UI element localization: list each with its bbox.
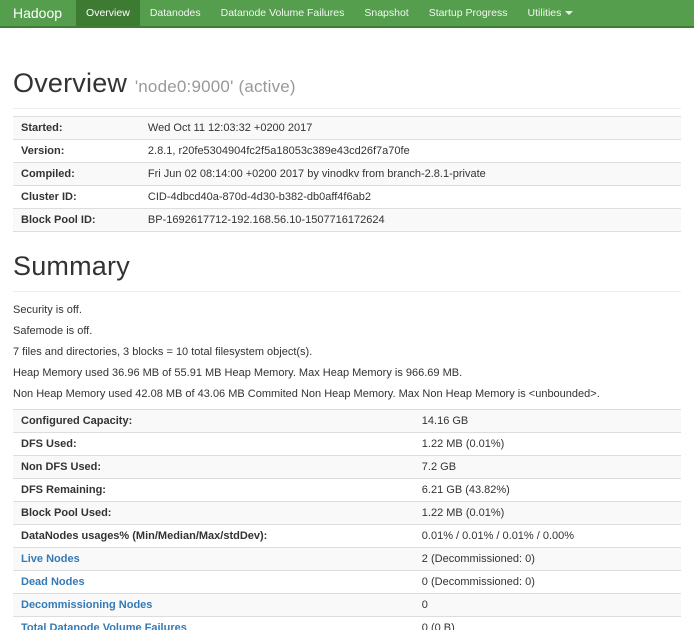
row-label-text: Version: xyxy=(21,145,64,157)
table-row: Cluster ID: CID-4dbcd40a-870d-4d30-b382-… xyxy=(13,186,681,209)
row-label-text: Configured Capacity: xyxy=(21,415,132,427)
row-value: 2.8.1, r20fe5304904fc2f5a18053c389e43cd2… xyxy=(140,140,681,163)
table-row: Block Pool Used: 1.22 MB (0.01%) xyxy=(13,502,681,525)
navbar-items: Overview Datanodes Datanode Volume Failu… xyxy=(76,0,583,26)
table-row: Total Datanode Volume Failures 0 (0 B) xyxy=(13,617,681,630)
row-label: Dead Nodes xyxy=(13,571,414,594)
row-label: Version: xyxy=(13,140,140,163)
table-row: DataNodes usages% (Min/Median/Max/stdDev… xyxy=(13,525,681,548)
table-row: Configured Capacity: 14.16 GB xyxy=(13,410,681,433)
summary-line: Security is off. xyxy=(13,304,681,316)
row-value: 6.21 GB (43.82%) xyxy=(414,479,681,502)
table-row: DFS Used: 1.22 MB (0.01%) xyxy=(13,433,681,456)
row-label: Block Pool ID: xyxy=(13,209,140,232)
nav-item-label: Overview xyxy=(86,7,130,19)
row-label: Live Nodes xyxy=(13,548,414,571)
row-label: DFS Used: xyxy=(13,433,414,456)
row-value: 0 (0 B) xyxy=(414,617,681,630)
row-value: 0.01% / 0.01% / 0.01% / 0.00% xyxy=(414,525,681,548)
row-value: Fri Jun 02 08:14:00 +0200 2017 by vinodk… xyxy=(140,163,681,186)
row-label-text[interactable]: Live Nodes xyxy=(21,553,80,565)
row-value: Wed Oct 11 12:03:32 +0200 2017 xyxy=(140,117,681,140)
row-value: 7.2 GB xyxy=(414,456,681,479)
table-row: Started: Wed Oct 11 12:03:32 +0200 2017 xyxy=(13,117,681,140)
table-row: Decommissioning Nodes 0 xyxy=(13,594,681,617)
cluster-info-table: Started: Wed Oct 11 12:03:32 +0200 2017 … xyxy=(13,116,681,232)
page-content: Overview 'node0:9000' (active) Started: … xyxy=(0,68,694,630)
brand-link[interactable]: Hadoop xyxy=(0,0,76,26)
nav-item[interactable]: Overview xyxy=(76,0,140,26)
nav-item-label: Datanode Volume Failures xyxy=(221,7,345,19)
row-label-text: Cluster ID: xyxy=(21,191,77,203)
row-value: 2 (Decommissioned: 0) xyxy=(414,548,681,571)
summary-line: Non Heap Memory used 42.08 MB of 43.06 M… xyxy=(13,388,681,400)
divider xyxy=(13,108,681,109)
row-label: Total Datanode Volume Failures xyxy=(13,617,414,630)
row-label: DataNodes usages% (Min/Median/Max/stdDev… xyxy=(13,525,414,548)
row-label-text[interactable]: Decommissioning Nodes xyxy=(21,599,152,611)
row-label-text: DFS Remaining: xyxy=(21,484,106,496)
row-label-text: Compiled: xyxy=(21,168,75,180)
row-value: 0 xyxy=(414,594,681,617)
row-label: Cluster ID: xyxy=(13,186,140,209)
row-value: 14.16 GB xyxy=(414,410,681,433)
row-label: Decommissioning Nodes xyxy=(13,594,414,617)
row-value: 1.22 MB (0.01%) xyxy=(414,502,681,525)
overview-heading: Overview 'node0:9000' (active) xyxy=(13,68,681,99)
summary-paragraphs: Security is off. Safemode is off. 7 file… xyxy=(13,304,681,400)
summary-heading: Summary xyxy=(13,251,681,282)
nav-item-label: Datanodes xyxy=(150,7,201,19)
nav-item[interactable]: Datanodes xyxy=(140,0,211,26)
nav-item-label: Snapshot xyxy=(364,7,408,19)
row-label-text[interactable]: Total Datanode Volume Failures xyxy=(21,622,187,630)
row-label-text: Started: xyxy=(21,122,63,134)
nav-item[interactable]: Startup Progress xyxy=(419,0,518,26)
row-label: Block Pool Used: xyxy=(13,502,414,525)
row-label-text: DFS Used: xyxy=(21,438,77,450)
table-row: Non DFS Used: 7.2 GB xyxy=(13,456,681,479)
nav-item-label: Startup Progress xyxy=(429,7,508,19)
row-label: Configured Capacity: xyxy=(13,410,414,433)
caret-down-icon xyxy=(565,11,573,15)
nav-item[interactable]: Snapshot xyxy=(354,0,418,26)
summary-line: 7 files and directories, 3 blocks = 10 t… xyxy=(13,346,681,358)
overview-title: Overview xyxy=(13,68,127,98)
nav-item-label: Utilities xyxy=(528,7,562,19)
row-value: BP-1692617712-192.168.56.10-150771617262… xyxy=(140,209,681,232)
divider xyxy=(13,291,681,292)
table-row: DFS Remaining: 6.21 GB (43.82%) xyxy=(13,479,681,502)
row-label-text: DataNodes usages% (Min/Median/Max/stdDev… xyxy=(21,530,267,542)
table-row: Version: 2.8.1, r20fe5304904fc2f5a18053c… xyxy=(13,140,681,163)
summary-stats-table: Configured Capacity: 14.16 GB DFS Used: … xyxy=(13,409,681,630)
row-label-text: Block Pool Used: xyxy=(21,507,111,519)
top-navbar: Hadoop Overview Datanodes Datanode Volum… xyxy=(0,0,694,28)
nav-item[interactable]: Datanode Volume Failures xyxy=(211,0,355,26)
table-row: Dead Nodes 0 (Decommissioned: 0) xyxy=(13,571,681,594)
namenode-address-label: 'node0:9000' (active) xyxy=(135,77,296,96)
row-label: Started: xyxy=(13,117,140,140)
row-label-text: Block Pool ID: xyxy=(21,214,96,226)
summary-line: Heap Memory used 36.96 MB of 55.91 MB He… xyxy=(13,367,681,379)
summary-line: Safemode is off. xyxy=(13,325,681,337)
row-label: Non DFS Used: xyxy=(13,456,414,479)
row-label: DFS Remaining: xyxy=(13,479,414,502)
summary-title: Summary xyxy=(13,251,130,281)
row-value: CID-4dbcd40a-870d-4d30-b382-db0aff4f6ab2 xyxy=(140,186,681,209)
row-label: Compiled: xyxy=(13,163,140,186)
table-row: Live Nodes 2 (Decommissioned: 0) xyxy=(13,548,681,571)
row-value: 1.22 MB (0.01%) xyxy=(414,433,681,456)
table-row: Compiled: Fri Jun 02 08:14:00 +0200 2017… xyxy=(13,163,681,186)
nav-item[interactable]: Utilities xyxy=(518,0,584,26)
row-label-text[interactable]: Dead Nodes xyxy=(21,576,85,588)
row-value: 0 (Decommissioned: 0) xyxy=(414,571,681,594)
row-label-text: Non DFS Used: xyxy=(21,461,101,473)
table-row: Block Pool ID: BP-1692617712-192.168.56.… xyxy=(13,209,681,232)
